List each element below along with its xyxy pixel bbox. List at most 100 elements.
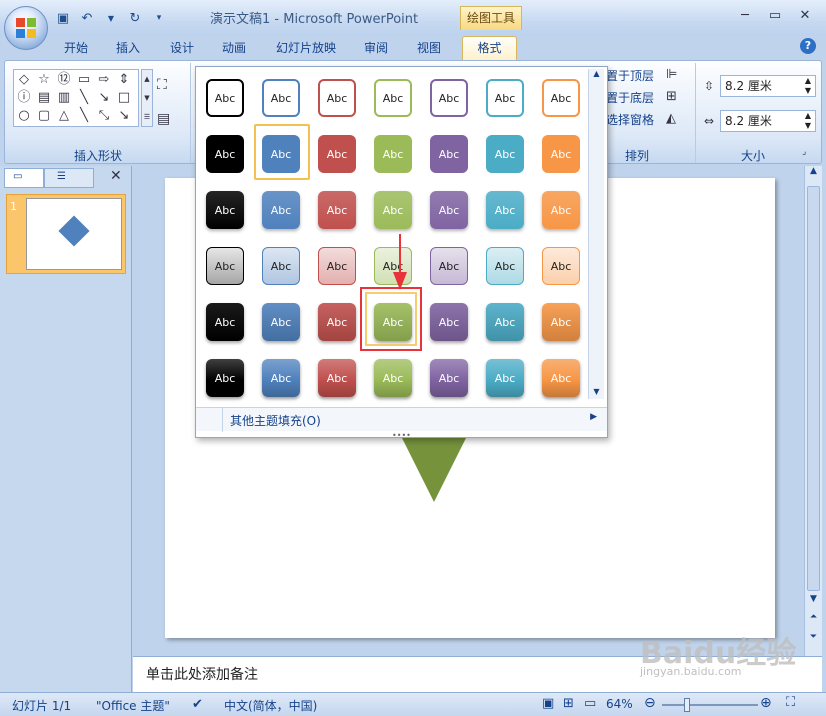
edit-shape-icon[interactable]: ⛶ [157, 77, 167, 93]
zoom-slider-thumb[interactable] [684, 698, 690, 712]
rect-shape-icon[interactable]: □ [116, 90, 132, 106]
line2-shape-icon[interactable]: ╲ [76, 108, 92, 124]
fill-swatch-outline-2[interactable]: Abc [262, 79, 300, 117]
arrow-shape-icon[interactable]: ⇨ [96, 72, 112, 88]
send-to-back-button[interactable]: 置于底层 [606, 89, 654, 106]
zoom-level[interactable]: 64% [606, 697, 633, 711]
gallery-scroll-up-icon[interactable]: ▲ [589, 69, 604, 78]
triangle-shape-icon[interactable]: △ [56, 108, 72, 124]
fill-swatch-subtle-3[interactable]: Abc [318, 191, 356, 229]
shapes-gallery[interactable]: ◇ ☆ ⑫ ▭ ⇨ ⇕ ⓘ ▤ ▥ ╲ ↘ □ ○ ▢ △ ╲ ⤡ ↘ [13, 69, 139, 127]
redo-icon[interactable]: ↻ [126, 9, 144, 27]
tab-home[interactable]: 开始 [64, 38, 88, 58]
tab-view[interactable]: 视图 [417, 38, 441, 58]
previous-slide-icon[interactable]: ⏶ [805, 612, 822, 632]
tab-animations[interactable]: 动画 [222, 38, 246, 58]
fill-swatch-subtle-4[interactable]: Abc [374, 191, 412, 229]
fill-swatch-strong-1[interactable]: Abc [206, 359, 244, 397]
width-spinner-icon[interactable]: ▲ ▼ [805, 111, 811, 131]
close-pane-icon[interactable]: ✕ [110, 168, 122, 184]
zoom-out-icon[interactable]: ⊖ [644, 695, 656, 711]
next-slide-icon[interactable]: ⏷ [805, 632, 822, 652]
fill-swatch-strong-4[interactable]: Abc [374, 359, 412, 397]
tab-slideshow[interactable]: 幻灯片放映 [276, 38, 336, 58]
rotate-icon[interactable]: ◭ [666, 111, 676, 126]
gallery-scroll-down-icon[interactable]: ▼ [589, 387, 604, 396]
customize-qat-icon[interactable]: ▾ [150, 9, 168, 27]
fill-swatch-intense-3[interactable]: Abc [318, 303, 356, 341]
zoom-slider-track[interactable] [662, 704, 758, 706]
fill-swatch-solid-6[interactable]: Abc [486, 135, 524, 173]
fill-swatch-strong-2[interactable]: Abc [262, 359, 300, 397]
fill-swatch-intense-2[interactable]: Abc [262, 303, 300, 341]
tab-slides-thumbnails[interactable]: ▭ [4, 168, 44, 188]
fill-swatch-solid-4[interactable]: Abc [374, 135, 412, 173]
double-arrow-shape-icon[interactable]: ⤡ [96, 108, 112, 124]
fill-swatch-outline-7[interactable]: Abc [542, 79, 580, 117]
oval-shape-icon[interactable]: ○ [16, 108, 32, 124]
seal-shape-icon[interactable]: ⑫ [56, 72, 72, 88]
more-theme-fills-item[interactable]: 其他主题填充(O) [230, 412, 321, 429]
arrow-line-shape-icon[interactable]: ↘ [96, 90, 112, 106]
tab-design[interactable]: 设计 [170, 38, 194, 58]
align-icon[interactable]: ⊫ [666, 67, 677, 82]
fill-swatch-light-7[interactable]: Abc [542, 247, 580, 285]
fill-swatch-outline-6[interactable]: Abc [486, 79, 524, 117]
fill-swatch-light-5[interactable]: Abc [430, 247, 468, 285]
normal-view-icon[interactable]: ▣ [542, 696, 554, 711]
fill-swatch-strong-5[interactable]: Abc [430, 359, 468, 397]
fill-swatch-strong-3[interactable]: Abc [318, 359, 356, 397]
vertical-scrollbar[interactable]: ▲ ▼ ⏶ ⏷ [804, 166, 822, 656]
slide-show-icon[interactable]: ▭ [584, 696, 596, 711]
fill-swatch-light-6[interactable]: Abc [486, 247, 524, 285]
size-dialog-launcher-icon[interactable]: ⌟ [802, 147, 806, 157]
fill-swatch-outline-1[interactable]: Abc [206, 79, 244, 117]
shape-width-field[interactable]: 8.2 厘米 ▲ ▼ [720, 110, 816, 132]
question-shape-icon[interactable]: ⓘ [16, 90, 32, 106]
updown-arrow-shape-icon[interactable]: ⇕ [116, 72, 132, 88]
bring-to-front-button[interactable]: 置于顶层 [606, 67, 654, 84]
fill-swatch-light-3[interactable]: Abc [318, 247, 356, 285]
tab-insert[interactable]: 插入 [116, 38, 140, 58]
shape-height-field[interactable]: 8.2 厘米 ▲ ▼ [720, 75, 816, 97]
group-icon[interactable]: ⊞ [666, 89, 677, 104]
fill-swatch-strong-6[interactable]: Abc [486, 359, 524, 397]
fill-swatch-light-2[interactable]: Abc [262, 247, 300, 285]
spell-check-icon[interactable]: ✔ [192, 697, 203, 712]
scroll-down-icon[interactable]: ▼ [805, 594, 822, 608]
restore-button[interactable]: ▭ [760, 6, 790, 26]
slide-sorter-icon[interactable]: ⊞ [563, 696, 574, 711]
fill-swatch-outline-4[interactable]: Abc [374, 79, 412, 117]
fill-swatch-intense-6[interactable]: Abc [486, 303, 524, 341]
textbox-shape-icon[interactable]: ▤ [36, 90, 52, 106]
tab-outline[interactable]: ☰ [44, 168, 94, 188]
fill-swatch-outline-5[interactable]: Abc [430, 79, 468, 117]
rounded-rect-shape-icon[interactable]: ▭ [76, 72, 92, 88]
gallery-scrollbar[interactable]: ▲ ▼ [588, 69, 604, 399]
tab-format[interactable]: 格式 [462, 36, 517, 62]
star-shape-icon[interactable]: ☆ [36, 72, 52, 88]
help-icon[interactable]: ? [800, 38, 816, 54]
fill-swatch-solid-3[interactable]: Abc [318, 135, 356, 173]
resize-grip-icon[interactable]: •••• [392, 431, 411, 440]
fill-swatch-subtle-2[interactable]: Abc [262, 191, 300, 229]
rounded-rectangle-icon[interactable]: ▢ [36, 108, 52, 124]
textbox-icon[interactable]: ▤ [157, 111, 170, 127]
height-spinner-icon[interactable]: ▲ ▼ [805, 76, 811, 96]
fill-swatch-outline-3[interactable]: Abc [318, 79, 356, 117]
fill-swatch-solid-5[interactable]: Abc [430, 135, 468, 173]
undo-dropdown-icon[interactable]: ▼ [102, 9, 120, 27]
save-icon[interactable]: ▣ [54, 9, 72, 27]
selection-pane-button[interactable]: 选择窗格 [606, 111, 654, 128]
fill-swatch-intense-5[interactable]: Abc [430, 303, 468, 341]
tab-review[interactable]: 审阅 [364, 38, 388, 58]
line-shape-icon[interactable]: ╲ [76, 90, 92, 106]
fill-swatch-subtle-1[interactable]: Abc [206, 191, 244, 229]
zoom-in-icon[interactable]: ⊕ [760, 695, 772, 711]
fill-swatch-strong-7[interactable]: Abc [542, 359, 580, 397]
fill-swatch-solid-7[interactable]: Abc [542, 135, 580, 173]
vertical-textbox-shape-icon[interactable]: ▥ [56, 90, 72, 106]
minimize-button[interactable]: ─ [730, 6, 760, 26]
undo-icon[interactable]: ↶ [78, 9, 96, 27]
fill-swatch-intense-7[interactable]: Abc [542, 303, 580, 341]
